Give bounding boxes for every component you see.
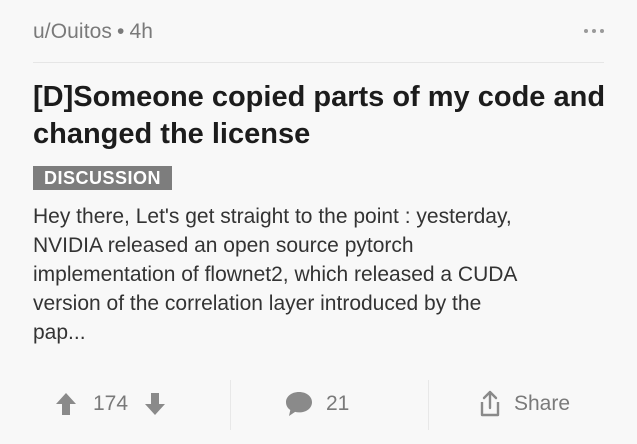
downvote-arrow-icon[interactable] [144,392,166,416]
vote-controls: 174 [55,376,166,432]
flair-badge[interactable]: DISCUSSION [33,166,173,190]
post-meta: u/Ouitos • 4h [33,20,153,44]
share-label: Share [514,392,571,415]
meta-separator: • [117,20,125,43]
share-button[interactable]: Share [478,376,570,432]
action-bar: 174 21 Share [0,376,637,432]
vote-score: 174 [93,392,129,415]
comments-button[interactable]: 21 [284,376,349,432]
share-icon [480,390,500,417]
comment-bubble-icon [286,392,312,416]
comment-count: 21 [326,392,350,415]
more-horizontal-icon[interactable] [583,26,605,36]
header-divider [33,62,604,63]
post-card: u/Ouitos • 4h [D]Someone copied parts of m… [0,0,637,444]
post-body-preview[interactable]: Hey there, Let's get straight to the poi… [33,202,613,347]
upvote-arrow-icon[interactable] [55,392,77,416]
author-link[interactable]: u/Ouitos [33,20,112,43]
post-title[interactable]: [D]Someone copied parts of my code and c… [33,79,613,153]
post-age: 4h [129,20,154,43]
